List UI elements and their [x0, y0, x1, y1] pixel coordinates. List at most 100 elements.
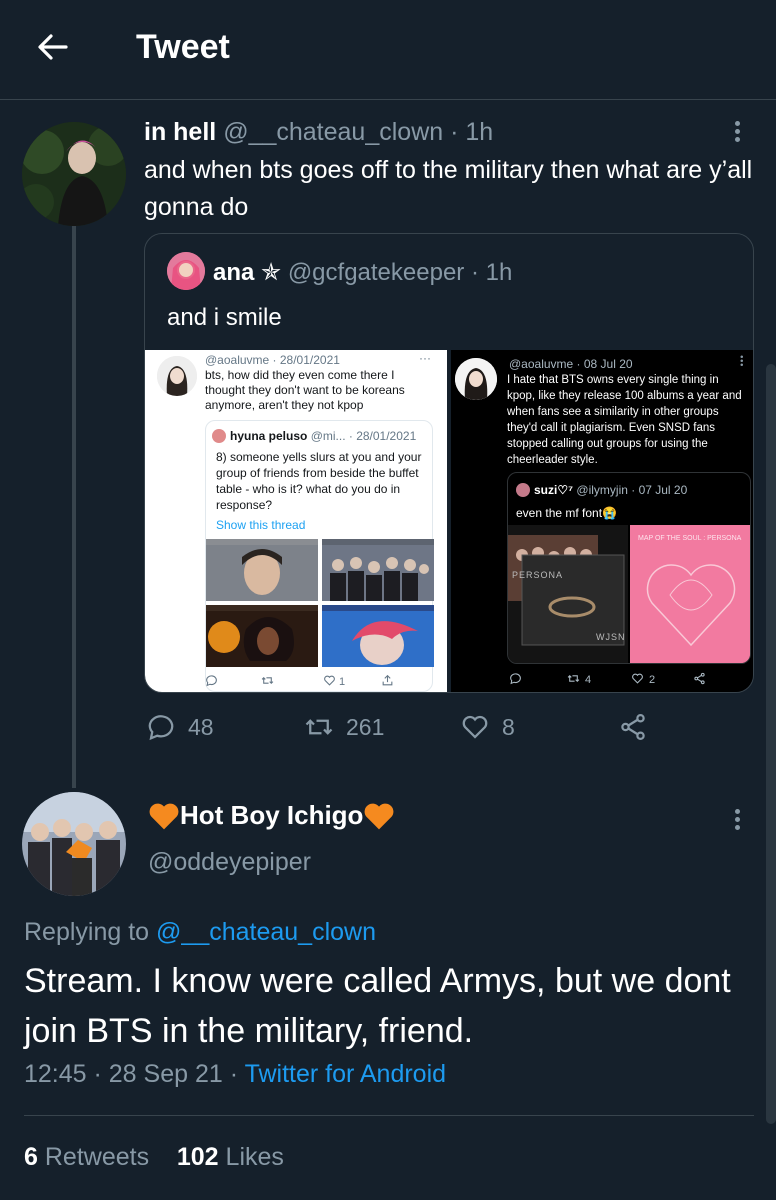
retweet-count: 4 — [585, 674, 592, 686]
likes-stat[interactable]: 102 Likes — [177, 1143, 284, 1171]
album-photo-2: MAP OF THE SOUL : PERSONA — [630, 525, 750, 663]
replying-label: Replying to — [24, 918, 150, 946]
avatar-photo-icon — [22, 122, 126, 226]
avatar-photo-icon — [22, 792, 126, 896]
reply-button[interactable]: 48 — [146, 712, 214, 742]
album-sub-1: WJSN — [596, 632, 626, 642]
album-title-2: MAP OF THE SOUL : PERSONA — [638, 535, 742, 542]
photo-grid-3: a azealia banks — [206, 605, 318, 667]
retweets-count: 6 — [24, 1143, 38, 1171]
retweet-icon[interactable] — [567, 672, 580, 685]
back-arrow-icon[interactable] — [36, 30, 70, 64]
avatar[interactable] — [22, 792, 126, 896]
inner-header: suzi♡⁷ @ilymyjin · 07 Jul 20 — [534, 482, 687, 498]
inner-avatar — [212, 429, 226, 443]
left-screenshot[interactable]: @aoaluvme · 28/01/2021 ··· bts, how did … — [145, 350, 447, 692]
display-name[interactable]: in hell — [144, 118, 216, 146]
reply-icon[interactable] — [205, 674, 218, 687]
reply-icon — [148, 715, 174, 741]
screenshot-avatar — [157, 356, 197, 396]
show-thread-link[interactable]: Show this thread — [216, 517, 305, 533]
reply-icon[interactable] — [509, 672, 522, 685]
screenshot-meta: @aoaluvme · 08 Jul 20 — [509, 357, 633, 371]
share-icon[interactable] — [381, 674, 394, 687]
retweets-label: Retweets — [44, 1143, 150, 1171]
quote-text: and i smile — [167, 304, 282, 331]
display-name[interactable]: Hot Boy Ichigo — [148, 800, 395, 831]
divider — [24, 1115, 754, 1116]
right-screenshot[interactable]: @aoaluvme · 08 Jul 20 I hate that BTS ow… — [451, 350, 753, 692]
meta-separator: · — [229, 1060, 239, 1088]
screenshot-text: I hate that BTS owns every single thing … — [507, 374, 742, 466]
tweet-meta: 12:45 · 28 Sep 21 · Twitter for Android — [24, 1060, 446, 1089]
user-handle[interactable]: @__chateau_clown — [223, 118, 443, 146]
replying-to: Replying to @__chateau_clown — [24, 918, 376, 947]
inner-avatar — [516, 483, 530, 497]
reply-count: 48 — [188, 713, 214, 740]
like-count: 2 — [649, 674, 656, 686]
tweet-text: Stream. I know were called Armys, but we… — [24, 962, 731, 1050]
likes-label: Likes — [225, 1143, 284, 1171]
like-button[interactable]: 8 — [460, 712, 515, 742]
quote-handle: @gcfgatekeeper — [287, 259, 465, 286]
thread-line — [72, 226, 76, 788]
quoted-tweet[interactable]: ana ✯ @gcfgatekeeper · 1h and i smile @a… — [144, 233, 754, 693]
screenshot-meta: @aoaluvme · 28/01/2021 — [205, 353, 340, 367]
inner-quote: hyuna peluso @mi... · 28/01/2021 8) some… — [205, 420, 434, 692]
retweets-stat[interactable]: 6 Retweets — [24, 1143, 149, 1171]
inner-header: hyuna peluso @mi... · 28/01/2021 — [230, 428, 416, 444]
share-icon — [621, 714, 645, 740]
tweet-time: · 1h — [450, 118, 494, 146]
inner-name: hyuna peluso — [230, 429, 308, 443]
screenshot-more-icon — [739, 354, 744, 369]
screenshot-dots: ··· — [419, 351, 431, 365]
orange-heart-icon — [149, 803, 179, 829]
right-actions: 4 2 — [507, 672, 747, 688]
more-options-icon[interactable] — [732, 806, 742, 836]
tweet-timestamp[interactable]: 12:45 · 28 Sep 21 — [24, 1060, 223, 1088]
like-count: 1 — [339, 676, 346, 688]
scrollbar[interactable] — [766, 364, 776, 1124]
inner-text: 8) someone yells slurs at you and your g… — [216, 450, 422, 512]
badge-icon: ✯ — [261, 259, 282, 286]
retweet-button[interactable]: 261 — [304, 712, 384, 742]
album-photo-1: PERSONA WJSN — [508, 525, 628, 663]
quote-avatar — [167, 252, 205, 290]
orange-heart-icon — [365, 803, 394, 829]
retweet-count: 261 — [346, 713, 385, 740]
left-actions: 1 — [205, 674, 435, 690]
screenshot-text: bts, how did they even come there I thou… — [205, 368, 405, 412]
share-button[interactable] — [618, 712, 648, 742]
screenshot-avatar — [455, 358, 497, 400]
replying-to-link[interactable]: @__chateau_clown — [156, 918, 376, 946]
photo-grid-1: a super junior siwon · Trends — [206, 539, 318, 601]
top-bar: Tweet — [0, 0, 776, 100]
inner-name: suzi♡⁷ — [534, 483, 574, 497]
share-icon[interactable] — [693, 672, 706, 685]
like-icon — [462, 715, 488, 739]
like-count: 8 — [502, 713, 515, 740]
display-name-text: Hot Boy Ichigo — [180, 800, 364, 830]
page-title: Tweet — [136, 28, 230, 66]
avatar[interactable] — [22, 122, 126, 226]
source-link[interactable]: Twitter for Android — [245, 1060, 446, 1088]
album-title-1: PERSONA — [512, 570, 564, 580]
inner-text: even the mf font😭 — [516, 506, 617, 520]
quote-display-name: ana — [213, 259, 255, 286]
photo-grid-2: a bts — [322, 539, 434, 601]
tweet-header: in hell @__chateau_clown · 1h — [144, 118, 493, 147]
quote-header: ana ✯ @gcfgatekeeper · 1h — [213, 258, 512, 287]
like-icon[interactable] — [323, 674, 336, 687]
inner-quote: suzi♡⁷ @ilymyjin · 07 Jul 20 even the mf… — [507, 472, 751, 664]
more-options-icon[interactable] — [732, 118, 742, 148]
like-icon[interactable] — [631, 672, 644, 685]
tweet-text: and when bts goes off to the military th… — [144, 156, 753, 221]
retweet-icon[interactable] — [261, 674, 274, 687]
inner-meta: @mi... · 28/01/2021 — [310, 429, 417, 443]
tweet-actions: 48 261 8 — [0, 712, 776, 752]
retweet-icon — [305, 719, 333, 735]
inner-meta: @ilymyjin · 07 Jul 20 — [576, 483, 688, 497]
likes-count: 102 — [176, 1143, 219, 1171]
photo-grid-4: a taeyong nct — [322, 605, 434, 667]
user-handle[interactable]: @oddeyepiper — [148, 848, 311, 877]
